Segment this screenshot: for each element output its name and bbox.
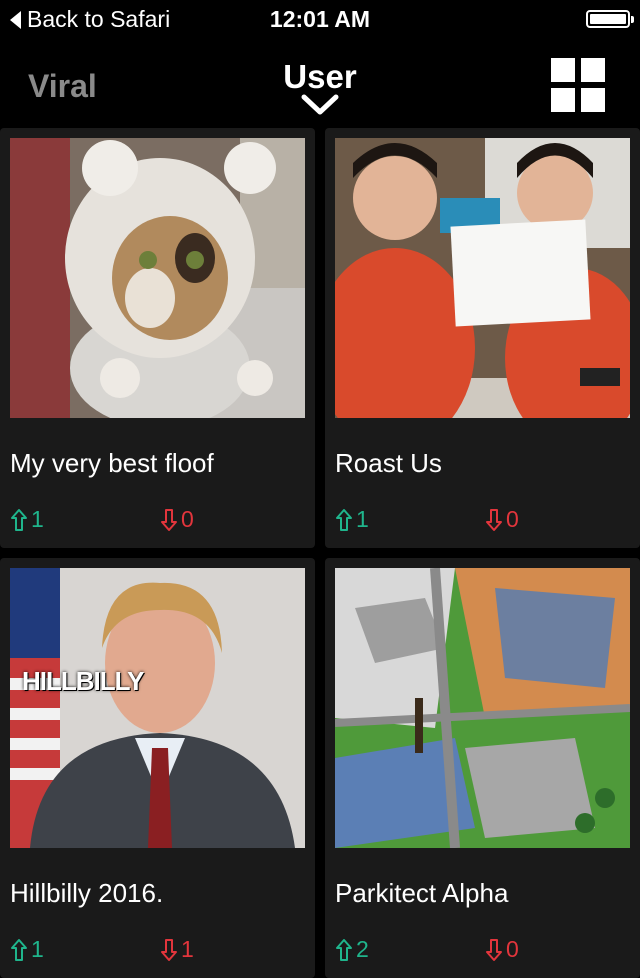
image-caption-text: HILLBILLY xyxy=(22,666,144,696)
upvote-button[interactable]: 1 xyxy=(10,936,44,963)
downvote-button[interactable]: 0 xyxy=(485,936,519,963)
downvote-count: 0 xyxy=(181,506,194,532)
status-bar: Back to Safari 12:01 AM xyxy=(0,0,640,40)
hillbilly-meme-photo[interactable]: HILLBILLY xyxy=(10,568,305,848)
arrow-up-icon xyxy=(11,508,27,531)
upvote-count: 1 xyxy=(31,936,44,962)
arrow-down-icon xyxy=(161,938,177,961)
arrow-up-icon xyxy=(11,938,27,961)
arrow-up-icon xyxy=(336,508,352,531)
post-title[interactable]: Parkitect Alpha xyxy=(335,878,508,909)
arrow-down-icon xyxy=(161,508,177,531)
upvote-button[interactable]: 1 xyxy=(10,506,44,533)
upvote-count: 2 xyxy=(356,936,369,962)
arrow-down-icon xyxy=(486,938,502,961)
downvote-count: 1 xyxy=(181,936,194,962)
post-title[interactable]: My very best floof xyxy=(10,448,214,479)
section-title-user[interactable]: User xyxy=(0,58,640,96)
clock: 12:01 AM xyxy=(269,6,371,32)
two-guys-holding-sign-photo[interactable] xyxy=(335,138,630,418)
post-title[interactable]: Hillbilly 2016. xyxy=(10,878,163,909)
battery-full-icon xyxy=(586,10,634,28)
arrow-down-icon xyxy=(486,508,502,531)
post-card[interactable]: HILLBILLY Hillbilly 2016. 1 1 xyxy=(0,558,315,978)
post-card[interactable]: Parkitect Alpha 2 0 xyxy=(325,558,640,978)
downvote-button[interactable]: 1 xyxy=(160,936,194,963)
post-title[interactable]: Roast Us xyxy=(335,448,442,479)
downvote-button[interactable]: 0 xyxy=(160,506,194,533)
upvote-count: 1 xyxy=(31,506,44,532)
theme-park-screenshot[interactable] xyxy=(335,568,630,848)
downvote-button[interactable]: 0 xyxy=(485,506,519,533)
post-card[interactable]: My very best floof 1 0 xyxy=(0,128,315,548)
upvote-count: 1 xyxy=(356,506,369,532)
cat-in-knit-hat-photo[interactable] xyxy=(10,138,305,418)
chevron-down-icon[interactable] xyxy=(300,92,340,118)
upvote-button[interactable]: 2 xyxy=(335,936,369,963)
downvote-count: 0 xyxy=(506,936,519,962)
downvote-count: 0 xyxy=(506,506,519,532)
upvote-button[interactable]: 1 xyxy=(335,506,369,533)
nav-bar: Viral User xyxy=(0,40,640,126)
post-card[interactable]: Roast Us 1 0 xyxy=(325,128,640,548)
arrow-up-icon xyxy=(336,938,352,961)
grid-icon[interactable] xyxy=(551,58,605,112)
